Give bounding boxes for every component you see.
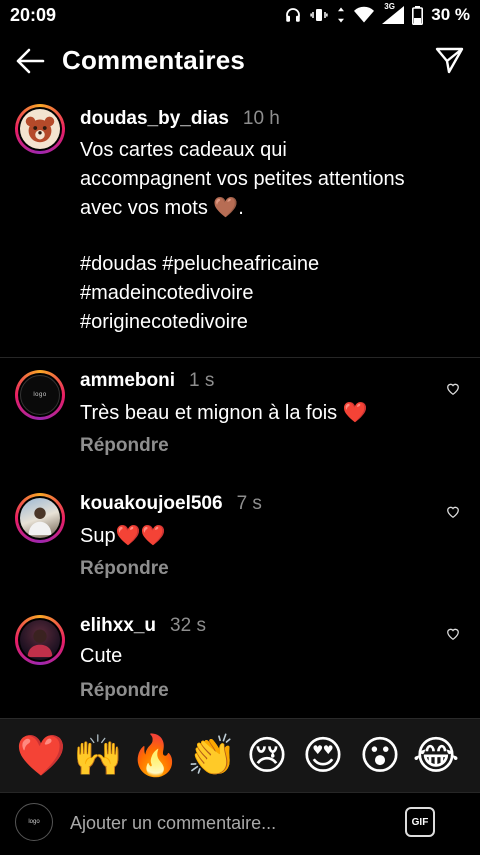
back-button[interactable] xyxy=(14,46,46,76)
comment-item: elihxx_u 32 s Cute Répondre xyxy=(0,605,480,715)
teddy-bear-icon xyxy=(25,116,55,143)
reply-button[interactable]: Répondre xyxy=(80,435,169,457)
status-icons: 3G 30 % xyxy=(284,2,470,25)
emoji-reaction[interactable]: 🔥 xyxy=(130,733,180,779)
emoji-reaction[interactable]: 😮 xyxy=(356,733,404,779)
share-button[interactable] xyxy=(434,45,464,75)
heart-icon[interactable] xyxy=(446,627,460,641)
wifi-icon xyxy=(354,6,375,23)
post-caption: doudas_by_dias 10 h Vos cartes cadeaux qu… xyxy=(0,100,480,358)
emoji-reaction-bar: ❤️ 🙌 🔥 👏 😢 😍 😮 😂 xyxy=(0,718,480,793)
headphones-icon xyxy=(286,8,301,22)
data-arrows-icon xyxy=(338,7,345,23)
comment-text: Très beau et mignon à la fois ❤️ xyxy=(80,402,368,424)
comment-item: kouakoujoel506 7 s Sup❤️❤️ Répondre xyxy=(0,483,480,593)
status-bar: 20:09 3G 30 % xyxy=(0,0,480,32)
hashtag-line[interactable]: #madeincotedivoire xyxy=(80,279,319,308)
page-title: Commentaires xyxy=(62,45,246,75)
comment-time: 32 s xyxy=(170,615,206,636)
comment-header: elihxx_u 32 s xyxy=(80,615,206,637)
emoji-reaction[interactable]: 😍 xyxy=(299,733,347,779)
avatar-logo-icon: logo xyxy=(28,819,40,825)
signal-icon: 3G xyxy=(382,2,405,24)
caption-line: accompagnent vos petites attentions xyxy=(80,168,405,190)
comment-username[interactable]: elihxx_u xyxy=(80,615,156,636)
emoji-reaction[interactable]: 😢 xyxy=(243,733,291,779)
heart-icon[interactable] xyxy=(446,382,460,396)
caption-hashtags: #doudas #pelucheafricaine #madeincotediv… xyxy=(80,250,319,337)
hashtag-line[interactable]: #doudas #pelucheafricaine xyxy=(80,250,319,279)
battery-icon xyxy=(412,5,424,25)
person-photo-icon xyxy=(27,629,53,658)
emoji-reaction[interactable]: 👏 xyxy=(187,733,237,779)
battery-percent: 30 % xyxy=(431,5,470,24)
comment-text: Cute xyxy=(80,645,123,667)
avatar[interactable]: logo xyxy=(15,370,65,420)
caption-line: avec vos mots 🤎. xyxy=(80,197,244,219)
emoji-reaction[interactable]: 😂 xyxy=(412,733,460,779)
reply-button[interactable]: Répondre xyxy=(80,558,169,580)
comment-username[interactable]: kouakoujoel506 xyxy=(80,493,223,514)
vibrate-icon xyxy=(310,9,328,21)
emoji-reaction[interactable]: ❤️ xyxy=(16,733,66,779)
avatar[interactable] xyxy=(15,615,65,665)
caption-text: Vos cartes cadeaux qui accompagnent vos … xyxy=(80,136,460,223)
caption-header: doudas_by_dias 10 h xyxy=(80,108,280,130)
arrow-left-icon xyxy=(16,48,45,74)
caption-time: 10 h xyxy=(242,108,280,129)
avatar[interactable] xyxy=(15,493,65,543)
status-time: 20:09 xyxy=(10,5,57,25)
comment-input[interactable] xyxy=(68,807,392,839)
network-type: 3G xyxy=(384,2,395,11)
caption-username[interactable]: doudas_by_dias xyxy=(80,108,229,129)
avatar: logo xyxy=(15,803,53,841)
comment-input-bar: logo GIF xyxy=(0,792,480,855)
reply-button[interactable]: Répondre xyxy=(80,680,169,702)
comment-text: Sup❤️❤️ xyxy=(80,525,166,547)
comment-header: ammeboni 1 s xyxy=(80,370,214,392)
header: Commentaires xyxy=(0,32,480,90)
comment-time: 1 s xyxy=(189,370,215,391)
heart-icon[interactable] xyxy=(446,505,460,519)
emoji-reaction[interactable]: 🙌 xyxy=(73,733,123,779)
comment-username[interactable]: ammeboni xyxy=(80,370,175,391)
comment-time: 7 s xyxy=(236,493,262,514)
hashtag-line[interactable]: #originecotedivoire xyxy=(80,308,319,337)
caption-line: Vos cartes cadeaux qui xyxy=(80,139,287,161)
paper-plane-icon xyxy=(435,47,464,74)
gif-button[interactable]: GIF xyxy=(405,807,435,837)
avatar[interactable] xyxy=(15,104,65,154)
comment-header: kouakoujoel506 7 s xyxy=(80,493,262,515)
person-photo-icon xyxy=(28,507,52,536)
avatar-logo-icon: logo xyxy=(33,392,47,398)
comment-item: logo ammeboni 1 s Très beau et mignon à l… xyxy=(0,360,480,470)
